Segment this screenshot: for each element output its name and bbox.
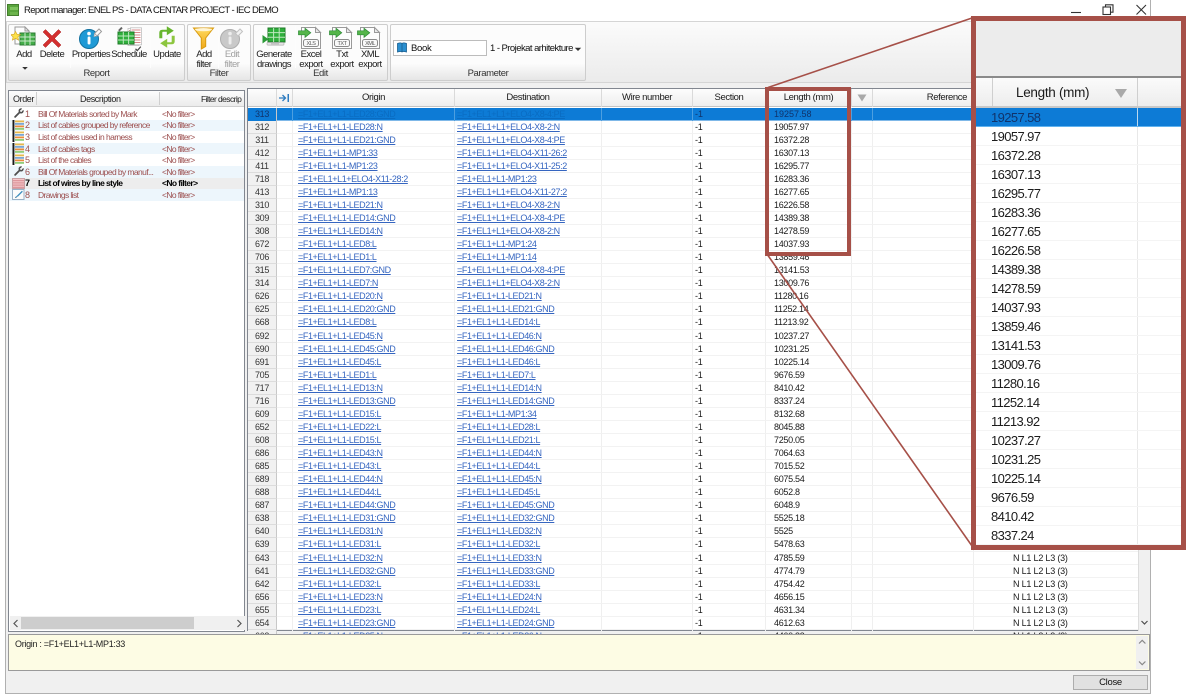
svg-text:XML: XML <box>365 41 375 47</box>
svg-text:XLS: XLS <box>307 41 317 47</box>
svg-text:TXT: TXT <box>338 41 348 47</box>
